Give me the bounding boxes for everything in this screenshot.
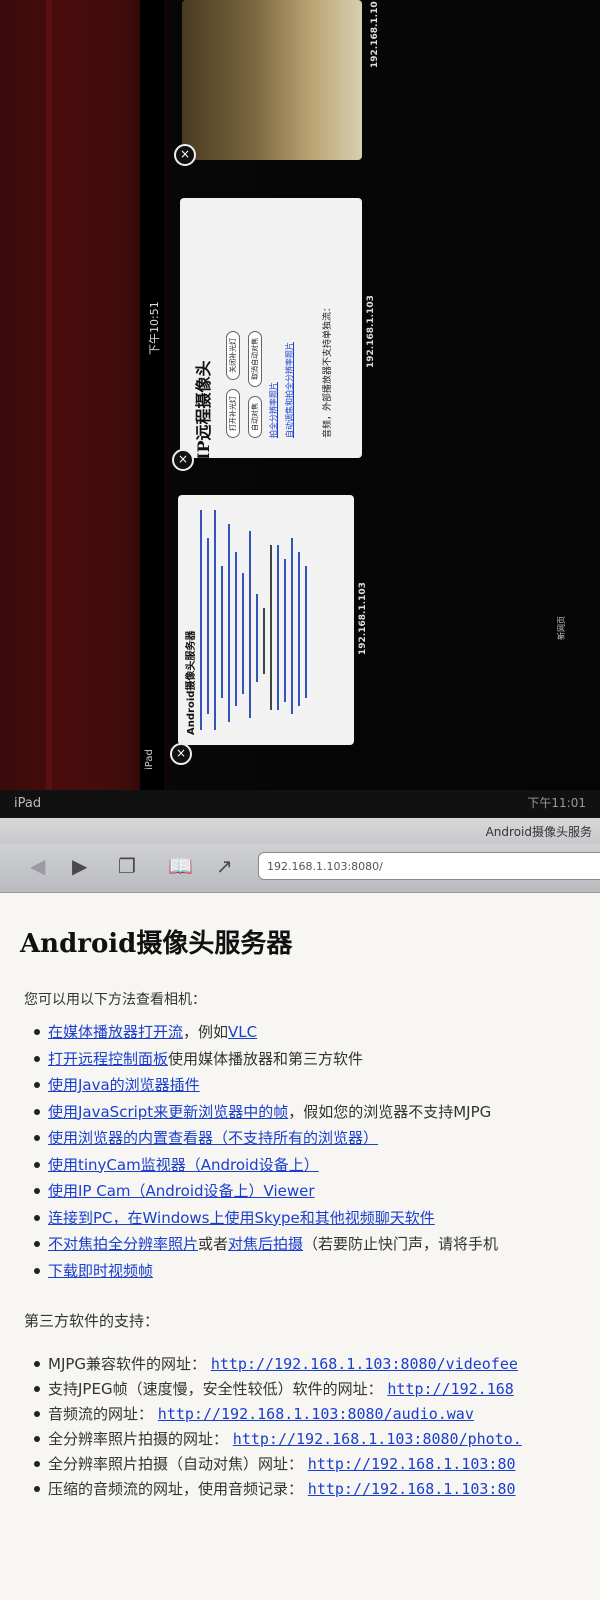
tab-card-android-server[interactable]: Android摄像头服务器 <box>178 495 354 745</box>
forward-icon[interactable]: ▶ <box>72 854 87 878</box>
audio-text: 音频，外部播放器不支持单独流： <box>323 302 333 438</box>
list-item-text: ，例如 <box>183 1023 229 1041</box>
ipad-status-bar: iPad 下午11:01 <box>0 790 600 818</box>
share-icon[interactable]: ↗ <box>216 854 233 878</box>
safari-toolbar: ◀ ▶ ❐ 📖 ↗ 192.168.1.103:8080/ <box>0 844 600 893</box>
third-party-url-list: MJPG兼容软件的网址： http://192.168.1.103:8080/v… <box>34 1353 522 1503</box>
connect-pc-link[interactable]: 连接到PC，在Windows上使用Skype和其他视频聊天软件 <box>48 1209 435 1227</box>
intro-text: 您可以用以下方法查看相机： <box>24 992 206 1008</box>
url-label: 音频流的网址： <box>48 1405 154 1423</box>
list-item: 打开远程控制面板使用媒体播放器和第三方软件 <box>33 1048 498 1075</box>
remote-control-panel-link[interactable]: 打开远程控制面板 <box>48 1050 168 1068</box>
new-page-label[interactable]: 新网页 <box>556 616 567 640</box>
list-item: 使用IP Cam（Android设备上）Viewer <box>33 1180 498 1207</box>
builtin-viewer-link[interactable]: 使用浏览器的内置查看器（不支持所有的浏览器） <box>48 1129 378 1147</box>
tab-card-buttons-row-2: 自动对焦 取消自动对焦 <box>242 327 262 438</box>
url-label: 全分辨率照片拍摄（自动对焦）网址： <box>48 1455 304 1473</box>
tabs-icon[interactable]: ❐ <box>118 854 136 878</box>
url-label: MJPG兼容软件的网址： <box>48 1355 207 1373</box>
page-content: Android摄像头服务器 您可以用以下方法查看相机： 在媒体播放器打开流，例如… <box>0 893 600 1600</box>
download-frame-link[interactable]: 下载即时视频帧 <box>48 1262 153 1280</box>
bookmarks-icon[interactable]: 📖 <box>168 854 193 878</box>
photo-af-url-link[interactable]: http://192.168.1.103:80 <box>308 1455 516 1473</box>
safari-photo: iPad 下午11:01 Android摄像头服务 ◀ ▶ ❐ 📖 ↗ 192.… <box>0 790 600 1600</box>
tinycam-link[interactable]: 使用tinyCam监视器（Android设备上） <box>48 1156 319 1174</box>
audio-url-link[interactable]: http://192.168.1.103:8080/audio.wav <box>158 1405 474 1423</box>
jpeg-url-link[interactable]: http://192.168 <box>387 1380 513 1398</box>
list-item-text: 或者 <box>198 1235 229 1253</box>
tab-card-title: Android摄像头服务器 <box>186 630 197 735</box>
list-item: 音频流的网址： http://192.168.1.103:8080/audio.… <box>34 1403 522 1428</box>
list-item: 支持JPEG帧（速度慢，安全性较低）软件的网址： http://192.168 <box>34 1378 522 1403</box>
ip-cam-viewer-link[interactable]: 使用IP Cam（Android设备上）Viewer <box>48 1182 315 1200</box>
list-item: 在媒体播放器打开流，例如VLC <box>33 1021 498 1048</box>
page-heading: Android摄像头服务器 <box>20 929 293 959</box>
close-tab-icon[interactable]: × <box>170 743 192 765</box>
list-item: MJPG兼容软件的网址： http://192.168.1.103:8080/v… <box>34 1353 522 1378</box>
page-title: Android摄像头服务 <box>485 825 592 839</box>
tab-card-thumbnail-lines <box>200 510 340 730</box>
tab-card-camera-feed[interactable] <box>182 0 362 160</box>
list-item: 使用Java的浏览器插件 <box>33 1074 498 1101</box>
tab-card-buttons-row-1: 打开补光灯 关闭补光灯 <box>220 327 240 438</box>
list-item: 不对焦拍全分辨率照片或者对焦后拍摄（若要防止快门声，请将手机 <box>33 1233 499 1260</box>
list-item: 使用JavaScript来更新浏览器中的帧，假如您的浏览器不支持MJPG <box>33 1101 498 1128</box>
open-in-media-player-link[interactable]: 在媒体播放器打开流 <box>48 1023 183 1041</box>
safari-title-bar: Android摄像头服务 <box>0 818 600 844</box>
tab-switcher-photo: iPad 下午10:51 Android摄像头服务器 × 192.168.1.1… <box>0 0 600 790</box>
close-tab-icon[interactable]: × <box>174 144 196 166</box>
photo-no-focus-link[interactable]: 不对焦拍全分辨率照片 <box>48 1235 198 1253</box>
list-item-text: 使用媒体播放器和第三方软件 <box>168 1049 364 1068</box>
tab-card-title: IP远程摄像头 <box>194 360 213 458</box>
back-icon[interactable]: ◀ <box>30 854 45 878</box>
url-field[interactable]: 192.168.1.103:8080/ <box>258 852 600 880</box>
url-label: 压缩的音频流的网址，使用音频记录： <box>48 1480 304 1498</box>
ipad-status-bar-rotated <box>140 0 164 790</box>
url-label: 全分辨率照片拍摄的网址： <box>48 1430 229 1448</box>
list-item: 全分辨率照片拍摄（自动对焦）网址： http://192.168.1.103:8… <box>34 1453 522 1478</box>
status-time: 下午11:01 <box>527 796 586 810</box>
java-plugin-link[interactable]: 使用Java的浏览器插件 <box>48 1076 200 1094</box>
url-label: 支持JPEG帧（速度慢，安全性较低）软件的网址： <box>48 1380 383 1398</box>
list-item: 连接到PC，在Windows上使用Skype和其他视频聊天软件 <box>33 1207 498 1234</box>
list-item: 使用tinyCam监视器（Android设备上） <box>33 1154 498 1181</box>
tab-ip-label: 192.168.1.10 <box>370 1 380 68</box>
status-time: 下午10:51 <box>148 301 161 355</box>
list-item: 下载即时视频帧 <box>33 1260 498 1287</box>
autofocus-button[interactable]: 自动对焦 <box>248 396 262 438</box>
mjpg-url-link[interactable]: http://192.168.1.103:8080/videofee <box>211 1355 518 1373</box>
view-methods-list: 在媒体播放器打开流，例如VLC 打开远程控制面板使用媒体播放器和第三方软件 使用… <box>33 1021 499 1287</box>
tab-card-ip-camera[interactable]: IP远程摄像头 打开补光灯 关闭补光灯 自动对焦 取消自动对焦 拍全分辨率照片 … <box>180 198 362 458</box>
device-label: iPad <box>144 749 155 770</box>
flashlight-off-button[interactable]: 关闭补光灯 <box>226 330 240 380</box>
ipad-frame-edge <box>46 0 52 790</box>
list-item: 使用浏览器的内置查看器（不支持所有的浏览器） <box>33 1127 498 1154</box>
close-tab-icon[interactable]: × <box>172 449 194 471</box>
autofocus-photo-link[interactable]: 自动调焦和拍全分辨率照片 <box>284 342 295 438</box>
list-item-text: （若要防止快门声，请将手机 <box>303 1235 499 1253</box>
cancel-autofocus-button[interactable]: 取消自动对焦 <box>248 330 262 387</box>
photo-url-link[interactable]: http://192.168.1.103:8080/photo. <box>233 1430 522 1448</box>
photo-focus-link[interactable]: 对焦后拍摄 <box>228 1235 303 1253</box>
compressed-audio-url-link[interactable]: http://192.168.1.103:80 <box>308 1480 516 1498</box>
device-label: iPad <box>14 796 42 811</box>
javascript-refresh-link[interactable]: 使用JavaScript来更新浏览器中的帧 <box>48 1103 288 1121</box>
vlc-link[interactable]: VLC <box>228 1023 257 1041</box>
list-item: 全分辨率照片拍摄的网址： http://192.168.1.103:8080/p… <box>34 1428 522 1453</box>
list-item-text: ，假如您的浏览器不支持MJPG <box>288 1102 492 1121</box>
third-party-heading: 第三方软件的支持： <box>24 1312 160 1330</box>
flashlight-on-button[interactable]: 打开补光灯 <box>226 389 240 438</box>
list-item: 压缩的音频流的网址，使用音频记录： http://192.168.1.103:8… <box>34 1478 522 1503</box>
full-res-photo-link[interactable]: 拍全分辨率照片 <box>268 382 279 438</box>
tab-ip-label: 192.168.1.103 <box>358 582 368 655</box>
tab-ip-label: 192.168.1.103 <box>366 295 376 368</box>
